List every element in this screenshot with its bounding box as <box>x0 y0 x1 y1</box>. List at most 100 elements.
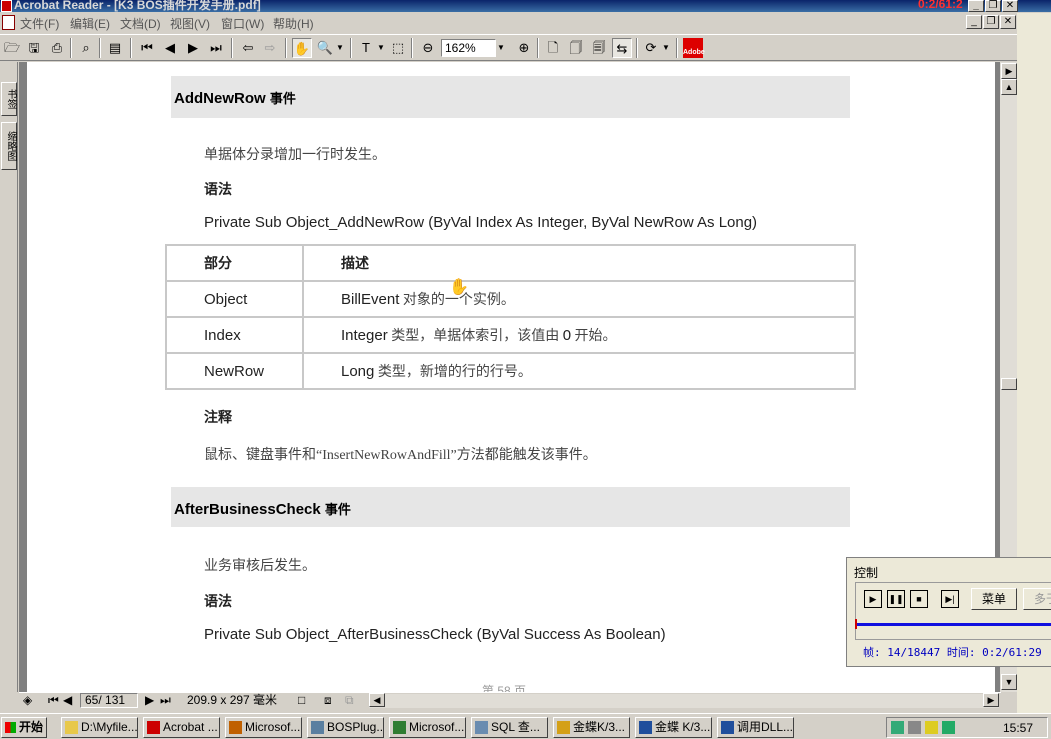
toolbar-separator <box>99 38 101 58</box>
document-icon[interactable] <box>2 15 15 30</box>
section-description: 业务审核后发生。 <box>204 559 316 574</box>
next-page-status-icon[interactable]: ▶ <box>145 693 154 708</box>
menu-edit[interactable]: 编辑(E) <box>70 15 110 32</box>
page-footer: 第 58 页 <box>482 684 527 692</box>
excel-icon <box>393 721 406 734</box>
scroll-down-icon[interactable]: ▼ <box>1001 674 1017 690</box>
previous-page-icon[interactable]: ◀ <box>160 38 180 58</box>
continuous-layout-icon[interactable]: ⧈ <box>324 693 332 708</box>
network-icon[interactable] <box>891 721 904 734</box>
recording-control-panel: 控制 ▶ ❚❚ ■ ▶| 菜单 多于 帧: 14/18447 时间: 0:2/6… <box>846 557 1051 667</box>
table-cell-description: Integer 类型，单据体索引，该值由 0 开始。 <box>302 316 856 354</box>
play-button[interactable]: ▶ <box>864 590 882 608</box>
last-page-icon[interactable]: ⏭ <box>206 38 226 58</box>
facing-layout-icon[interactable]: ⧉ <box>345 693 354 708</box>
stop-button[interactable]: ■ <box>910 590 928 608</box>
rotate-view-icon[interactable]: ⟳ <box>641 38 661 58</box>
doc-close-button[interactable]: ✕ <box>1000 15 1016 29</box>
zoom-level-dropdown-icon[interactable]: ▼ <box>495 38 507 58</box>
taskbar-button-kingdee-1[interactable]: 金蝶K/3... <box>553 717 630 738</box>
tray-pen-icon[interactable] <box>925 721 938 734</box>
minimize-button[interactable]: _ <box>968 0 984 12</box>
menu-file[interactable]: 文件(F) <box>20 15 59 32</box>
first-page-icon[interactable]: ⏮ <box>137 38 157 58</box>
close-button[interactable]: ✕ <box>1002 0 1018 12</box>
fit-page-icon[interactable]: 🗍 <box>566 38 586 58</box>
graphics-select-tool-icon[interactable]: ⬚ <box>388 38 408 58</box>
scroll-right-icon[interactable]: ▶ <box>983 693 999 707</box>
menu-window[interactable]: 窗口(W) <box>221 15 264 32</box>
taskbar-button-dll[interactable]: 调用DLL... <box>717 717 794 738</box>
zoom-out-icon[interactable]: ⊖ <box>418 38 438 58</box>
doc-minimize-button[interactable]: _ <box>966 15 982 29</box>
previous-page-status-icon[interactable]: ◀ <box>63 693 72 708</box>
adobe-logo-icon[interactable]: Adobe <box>683 38 705 58</box>
taskbar-button-acrobat[interactable]: Acrobat ... <box>143 717 220 738</box>
taskbar-button-microsoft-2[interactable]: Microsof... <box>389 717 466 738</box>
menu-button[interactable]: 菜单 <box>971 588 1017 610</box>
taskbar-button-explorer[interactable]: D:\Myfile... <box>61 717 138 738</box>
table-row: NewRow Long 类型，新增的行的行号。 <box>165 352 856 390</box>
go-forward-icon[interactable]: ⇨ <box>260 38 280 58</box>
reflow-icon[interactable]: ⇆ <box>612 38 632 58</box>
open-icon[interactable]: 🗁 <box>2 38 22 58</box>
page-number-field[interactable]: 65/ 131 <box>80 693 138 708</box>
find-icon[interactable]: ⌕ <box>76 38 96 58</box>
zoom-in-tool-icon[interactable]: 🔍 <box>315 38 335 58</box>
fit-width-icon[interactable]: 🗐 <box>589 38 609 58</box>
zoom-tool-dropdown-icon[interactable]: ▼ <box>334 38 346 58</box>
next-page-icon[interactable]: ▶ <box>183 38 203 58</box>
syntax-code: Private Sub Object_AddNewRow (ByVal Inde… <box>204 214 758 231</box>
parameters-table: 部分 描述 Object BillEvent 对象的一个实例。 Index In… <box>165 244 856 390</box>
taskbar-button-bosplug[interactable]: BOSPlug... <box>307 717 384 738</box>
section-title: AfterBusinessCheck 事件 <box>174 501 351 518</box>
thumbnails-tab[interactable]: 缩略图 <box>1 122 17 170</box>
scroll-left-icon[interactable]: ◀ <box>369 693 385 707</box>
actual-size-icon[interactable]: 🗋 <box>543 38 563 58</box>
bookmarks-tab[interactable]: 书签 <box>1 82 17 116</box>
menu-document[interactable]: 文档(D) <box>120 15 161 32</box>
sql-query-icon <box>475 721 488 734</box>
toolbar-separator <box>676 38 678 58</box>
first-page-status-icon[interactable]: ⏮ <box>48 693 59 708</box>
table-cell-description: Long 类型，新增的行的行号。 <box>302 352 856 390</box>
text-select-tool-icon[interactable]: T <box>356 38 376 58</box>
playback-progress-bar[interactable] <box>855 623 1051 626</box>
restore-button[interactable]: ❐ <box>985 0 1001 12</box>
single-page-layout-icon[interactable]: □ <box>298 693 305 708</box>
last-page-status-icon[interactable]: ⏭ <box>160 693 171 708</box>
taskbar-button-kingdee-2[interactable]: 金蝶 K/3... <box>635 717 712 738</box>
text-select-dropdown-icon[interactable]: ▼ <box>375 38 387 58</box>
hand-tool-icon[interactable]: ✋ <box>292 38 312 58</box>
scrollbar-thumb[interactable] <box>1001 378 1017 390</box>
tray-app-icon[interactable] <box>942 721 955 734</box>
taskbar-button-microsoft-1[interactable]: Microsof... <box>225 717 302 738</box>
playback-position-marker[interactable] <box>855 619 857 629</box>
menu-view[interactable]: 视图(V) <box>170 15 210 32</box>
scroll-up-icon[interactable]: ▲ <box>1001 79 1017 95</box>
volume-icon[interactable] <box>908 721 921 734</box>
more-button[interactable]: 多于 <box>1023 588 1051 610</box>
show-navpane-toggle-icon[interactable]: ◈ <box>23 693 32 708</box>
next-frame-button[interactable]: ▶| <box>941 590 959 608</box>
zoom-in-icon[interactable]: ⊕ <box>514 38 534 58</box>
save-icon[interactable]: 🖫 <box>24 38 44 58</box>
show-hide-navpane-icon[interactable]: ▤ <box>105 38 125 58</box>
go-back-icon[interactable]: ⇦ <box>238 38 258 58</box>
start-button[interactable]: 开始 <box>1 717 47 738</box>
kingdee-k3-icon <box>639 721 652 734</box>
section-description: 单据体分录增加一行时发生。 <box>204 148 386 163</box>
zoom-level-input[interactable]: 162% <box>441 39 496 57</box>
acrobat-app-icon[interactable] <box>1 0 12 12</box>
pause-button[interactable]: ❚❚ <box>887 590 905 608</box>
scroll-right-page-icon[interactable]: ▶ <box>1001 63 1017 79</box>
print-icon[interactable]: ⎙ <box>47 38 67 58</box>
taskbar-button-sql[interactable]: SQL 查... <box>471 717 548 738</box>
acrobat-icon <box>147 721 160 734</box>
navigation-pane: 书签 缩略图 <box>0 62 18 692</box>
doc-restore-button[interactable]: ❐ <box>983 15 999 29</box>
horizontal-scrollbar[interactable]: ◀ ▶ <box>369 693 999 708</box>
menu-help[interactable]: 帮助(H) <box>273 15 314 32</box>
rotate-view-dropdown-icon[interactable]: ▼ <box>660 38 672 58</box>
table-cell-part: Index <box>165 316 304 354</box>
